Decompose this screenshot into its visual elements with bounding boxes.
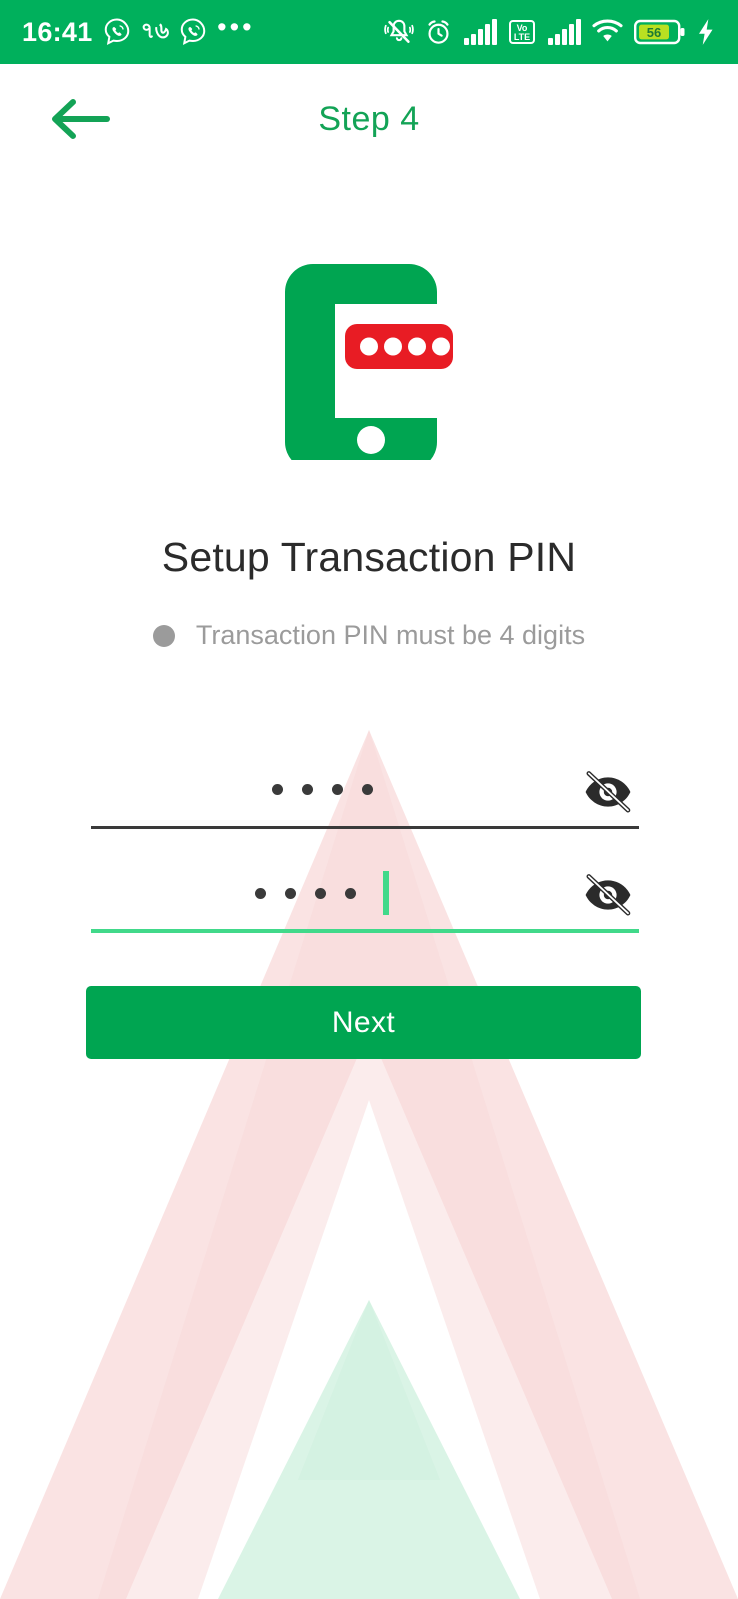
alarm-clock-icon: [428, 19, 449, 44]
app-header: Step 4: [0, 64, 738, 174]
pin-dot: [315, 887, 326, 899]
status-bar-right: Vo LTE 56: [384, 17, 716, 47]
confirm-transaction-pin-field[interactable]: [91, 861, 639, 933]
viber-call-icon-2: [180, 18, 206, 46]
eye-off-icon: [585, 874, 631, 916]
vibrate-off-icon: [384, 19, 414, 43]
text-cursor: [383, 871, 389, 915]
phone-pin-illustration: [285, 264, 453, 460]
pin-dot: [345, 887, 356, 899]
status-bar-left: 16:41 ৭৬ •••: [22, 14, 255, 51]
charging-bolt-icon: [699, 19, 713, 45]
bullet-icon: [152, 624, 175, 647]
viber-call-icon: [104, 18, 129, 46]
pin-dot: [331, 784, 343, 795]
hint-row: Transaction PIN must be 4 digits: [0, 620, 738, 651]
screen-title: Setup Transaction PIN: [161, 534, 577, 580]
back-button[interactable]: [48, 94, 112, 144]
signal-bars-icon-2: [548, 19, 581, 45]
pin-dot: [255, 887, 266, 899]
status-time: 16:41: [22, 16, 93, 47]
transaction-pin-field[interactable]: [91, 757, 639, 829]
toggle-pin-visibility-button[interactable]: [577, 761, 639, 823]
status-bengali-badge: ৭৬: [140, 17, 170, 43]
status-bar: 16:41 ৭৬ ••• Vo LTE 56: [0, 0, 738, 64]
confirm-transaction-pin-input[interactable]: [91, 861, 553, 929]
eye-off-icon: [585, 770, 631, 812]
back-arrow-icon: [52, 99, 110, 139]
battery-icon: 56: [634, 19, 685, 45]
signal-bars-icon: [464, 19, 497, 45]
pin-dot: [285, 887, 296, 899]
toggle-confirm-pin-visibility-button[interactable]: [577, 864, 639, 926]
wifi-icon: [592, 19, 623, 42]
app-screen: 16:41 ৭৬ ••• Vo LTE 56 Step 4 Setup Tran…: [0, 0, 738, 1599]
transaction-pin-input[interactable]: [91, 757, 553, 826]
pin-dot: [271, 784, 283, 795]
next-button[interactable]: Next: [86, 986, 641, 1059]
svg-text:LTE: LTE: [514, 32, 530, 42]
hint-text: Transaction PIN must be 4 digits: [195, 620, 586, 650]
more-dots-icon: •••: [217, 12, 255, 42]
pin-dot: [301, 784, 313, 795]
phone-home-button: [357, 426, 385, 454]
pin-dot: [361, 784, 373, 795]
battery-level-text: 56: [647, 25, 661, 40]
volte-icon: Vo LTE: [509, 20, 535, 44]
